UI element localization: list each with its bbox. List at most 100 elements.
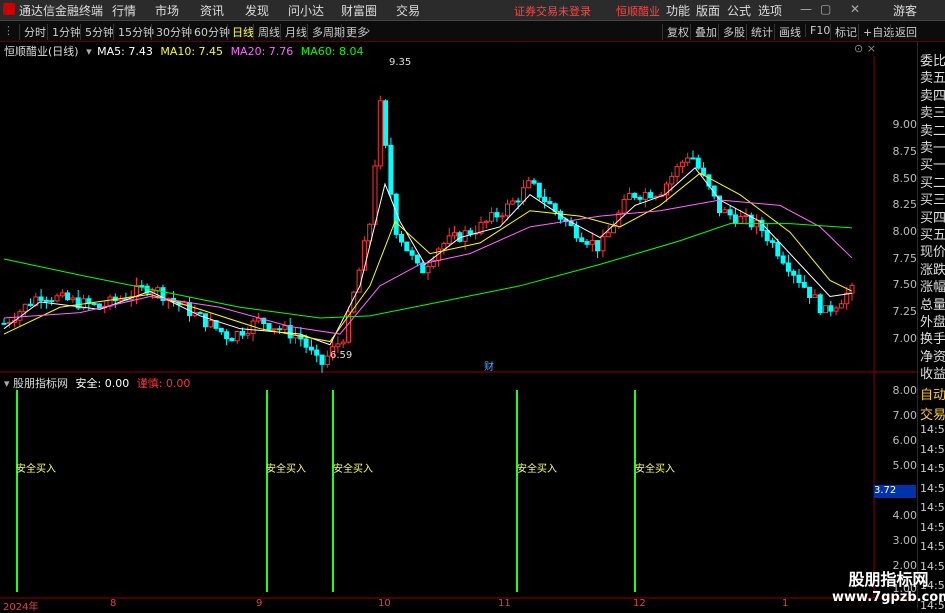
candle-body bbox=[489, 212, 495, 222]
indicator-name[interactable]: 股朋指标网 bbox=[13, 377, 68, 390]
menu-item-market[interactable]: 市场 bbox=[155, 2, 179, 19]
tab-period-intraday[interactable]: 分时 bbox=[19, 24, 46, 40]
buy-signal-label: 安全买入 bbox=[16, 464, 56, 475]
candle-body bbox=[287, 325, 293, 339]
date-tick: 1 bbox=[782, 598, 789, 609]
auto-trade-label[interactable]: 自动 bbox=[920, 384, 945, 403]
cursor-value-badge: 3.72 bbox=[874, 485, 916, 498]
candle-body bbox=[817, 294, 823, 314]
candle-body bbox=[441, 242, 447, 250]
finance-event-marker[interactable]: 财 bbox=[484, 358, 494, 373]
menu-item-quotes[interactable]: 行情 bbox=[112, 2, 136, 19]
date-tick: 2024年 bbox=[3, 602, 39, 613]
candle-body bbox=[542, 196, 548, 203]
price-axis: 9.00 8.75 8.50 8.25 8.00 7.75 7.50 7.25 … bbox=[874, 42, 918, 372]
candle-body bbox=[218, 327, 224, 333]
draw-line-button[interactable]: 画线 bbox=[774, 24, 801, 40]
candle-body bbox=[785, 262, 791, 272]
candle-body bbox=[404, 241, 410, 252]
candle-body bbox=[828, 305, 834, 312]
tick-time: 14:56 bbox=[920, 462, 945, 475]
candle-body bbox=[520, 187, 526, 202]
indicator-tick: 7.00 bbox=[892, 409, 918, 422]
candle-body bbox=[626, 192, 632, 200]
restore-icon[interactable]: ▢ bbox=[820, 2, 831, 16]
candle-body bbox=[452, 232, 457, 237]
quote-field-label: 总量 bbox=[920, 297, 945, 313]
candle-body bbox=[54, 295, 60, 302]
f10-button[interactable]: F10 bbox=[805, 24, 830, 37]
quote-field-label: 卖四 bbox=[920, 88, 945, 104]
candle-body bbox=[1, 322, 7, 325]
tab-period-1min[interactable]: 1分钟 bbox=[47, 24, 81, 40]
candle-body bbox=[308, 346, 314, 351]
price-tick: 8.50 bbox=[892, 172, 918, 185]
quote-field-label: 卖三 bbox=[920, 106, 945, 122]
guest-label[interactable]: 游客 bbox=[893, 2, 917, 19]
candle-body bbox=[356, 269, 362, 293]
candle-body bbox=[414, 254, 420, 264]
quote-panel: 委比 卖五 卖四 卖三 卖二 卖一 买一 买二 买三 买四 买五 现价 涨跌 涨幅 总量 外盘 换手 净资 收益 自动… bbox=[917, 42, 945, 612]
candle-body bbox=[536, 182, 542, 198]
statistics-button[interactable]: 统计 bbox=[746, 24, 773, 40]
low-price-label: 6.59 bbox=[330, 350, 353, 361]
minimize-icon[interactable]: — bbox=[800, 2, 812, 16]
candle-body bbox=[690, 157, 696, 160]
back-button[interactable]: 返回 bbox=[890, 24, 917, 40]
menu-layout[interactable]: 版面 bbox=[696, 2, 720, 19]
tab-period-more[interactable]: 更多 bbox=[341, 24, 368, 40]
candle-body bbox=[573, 225, 579, 239]
watermark-url: www.7gpzb.com bbox=[832, 590, 945, 605]
quote-field-label: 委比 bbox=[920, 54, 945, 69]
tab-period-multi[interactable]: 多周期 bbox=[307, 24, 345, 40]
menu-function[interactable]: 功能 bbox=[666, 2, 690, 19]
auto-trade-label[interactable]: 交易 bbox=[920, 404, 945, 423]
menu-item-wealth[interactable]: 财富圈 bbox=[341, 2, 377, 19]
price-tick: 7.25 bbox=[892, 305, 918, 318]
candle-body bbox=[812, 294, 818, 299]
multi-stock-button[interactable]: 多股 bbox=[718, 24, 745, 40]
candle-body bbox=[515, 200, 521, 203]
candle-body bbox=[595, 240, 601, 252]
menu-item-discover[interactable]: 发现 bbox=[245, 2, 269, 19]
indicator-tick: 3.00 bbox=[892, 534, 918, 547]
tab-period-30min[interactable]: 30分钟 bbox=[151, 24, 192, 40]
menu-item-ask[interactable]: 问小达 bbox=[288, 2, 324, 19]
indicator-tick: 6.00 bbox=[892, 434, 918, 447]
menu-item-trade[interactable]: 交易 bbox=[396, 2, 420, 19]
tab-period-weekly[interactable]: 周线 bbox=[253, 24, 280, 40]
candle-body bbox=[796, 274, 802, 283]
tick-time: 14:56 bbox=[920, 501, 945, 514]
safe-value: 安全: 0.00 bbox=[75, 377, 130, 390]
tab-period-60min[interactable]: 60分钟 bbox=[189, 24, 230, 40]
candle-body bbox=[674, 166, 680, 177]
candle-body bbox=[49, 300, 55, 303]
login-notice[interactable]: 证券交易未登录 bbox=[514, 3, 591, 19]
candle-body bbox=[648, 192, 654, 199]
overlay-button[interactable]: 叠加 bbox=[690, 24, 717, 40]
mark-button[interactable]: 标记 bbox=[830, 24, 857, 40]
menu-options[interactable]: 选项 bbox=[758, 2, 782, 19]
date-tick: 10 bbox=[378, 598, 391, 609]
tab-period-5min[interactable]: 5分钟 bbox=[80, 24, 114, 40]
candle-body bbox=[695, 157, 701, 169]
close-icon[interactable]: ✕ bbox=[850, 2, 860, 16]
menu-item-news[interactable]: 资讯 bbox=[200, 2, 224, 19]
tab-period-daily[interactable]: 日线 bbox=[227, 24, 254, 40]
tab-period-15min[interactable]: 15分钟 bbox=[113, 24, 154, 40]
stock-link[interactable]: 恒顺醋业 bbox=[616, 3, 660, 19]
quote-field-label: 现价 bbox=[920, 245, 945, 261]
candle-body bbox=[65, 292, 71, 301]
restore-rights-button[interactable]: 复权 bbox=[662, 24, 689, 40]
tab-period-monthly[interactable]: 月线 bbox=[280, 24, 307, 40]
candle-body bbox=[483, 220, 489, 223]
indicator-dropdown-icon[interactable]: ▾ bbox=[4, 377, 10, 390]
quote-field-label: 收益 bbox=[920, 367, 945, 383]
candle-body bbox=[642, 192, 648, 200]
candle-body bbox=[314, 349, 320, 356]
add-watchlist-button[interactable]: +自选 bbox=[858, 24, 894, 40]
candle-body bbox=[505, 203, 510, 217]
chevron-right-icon[interactable]: › bbox=[366, 24, 370, 37]
menu-formula[interactable]: 公式 bbox=[727, 2, 751, 19]
watermark: 股朋指标网 www.7gpzb.com bbox=[832, 566, 945, 609]
